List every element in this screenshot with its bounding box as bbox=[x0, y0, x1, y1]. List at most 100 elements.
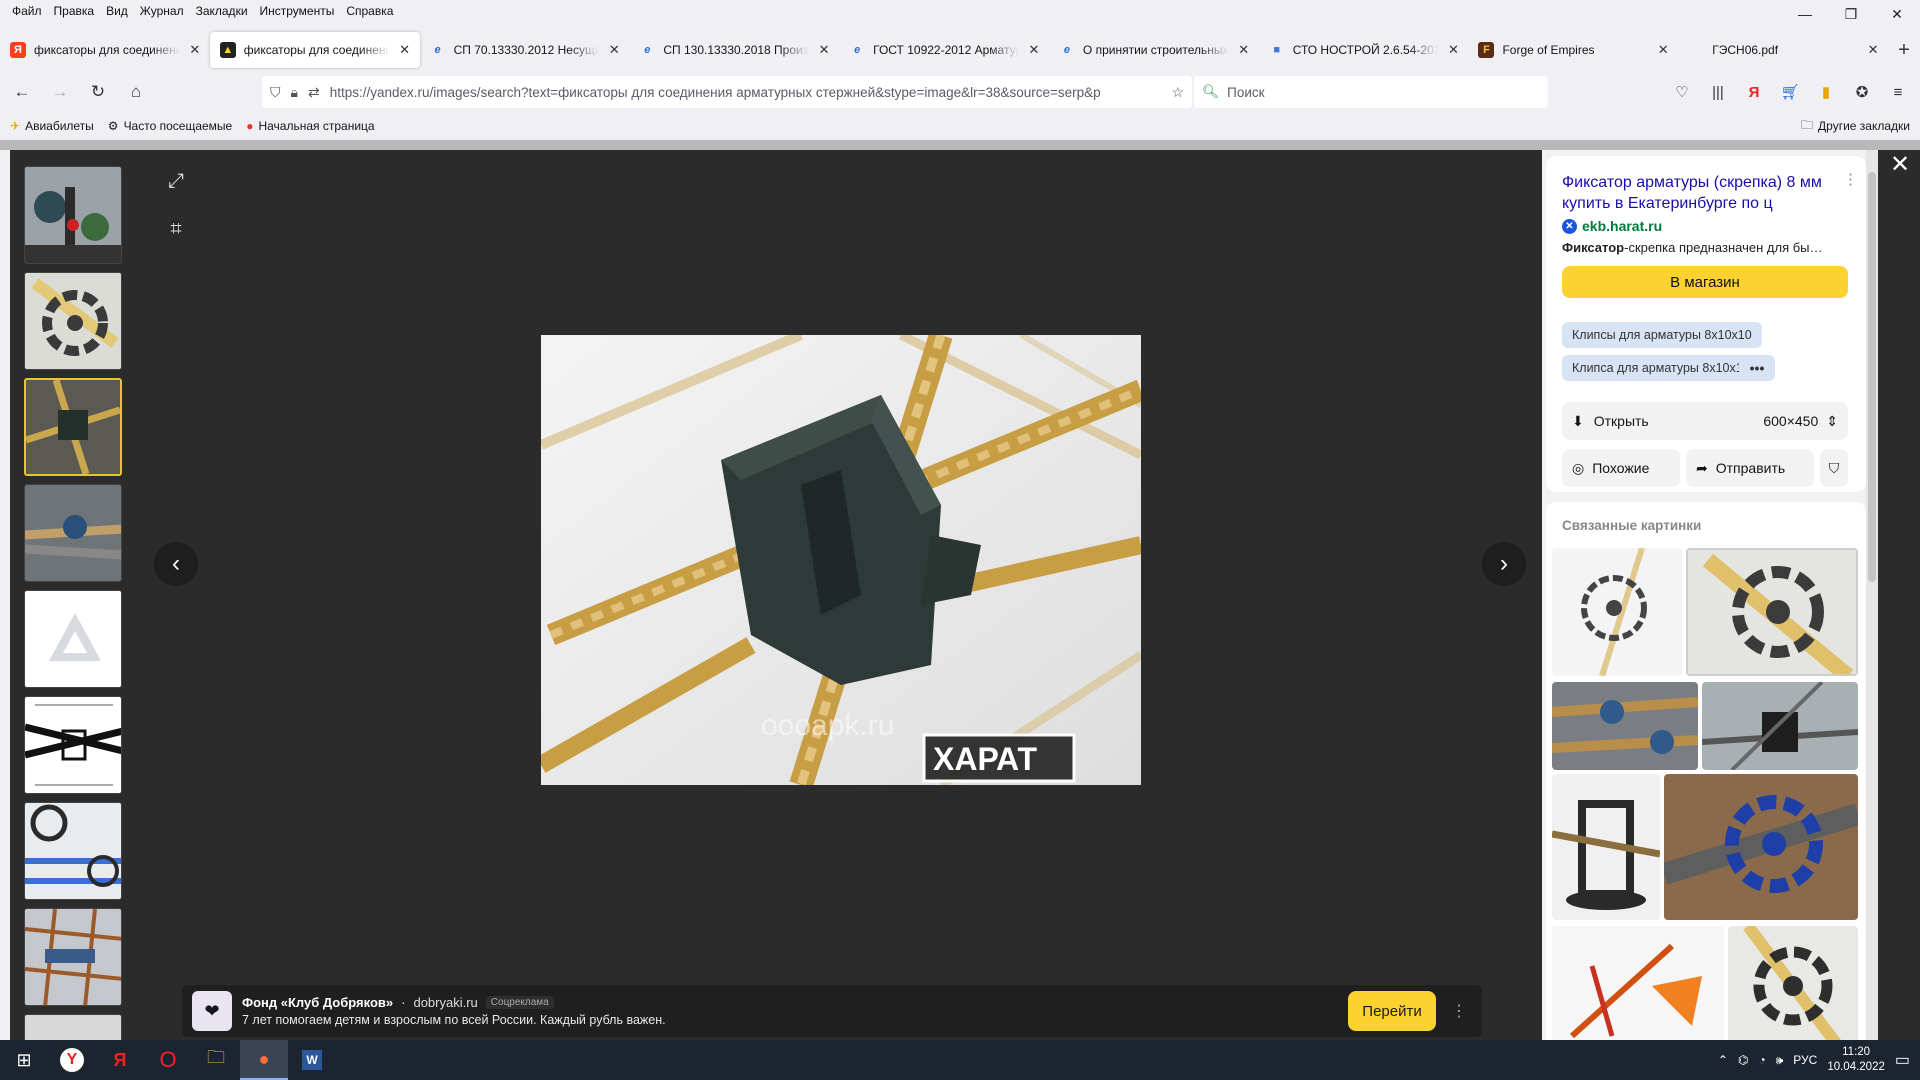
tab-close-icon[interactable]: ✕ bbox=[1656, 42, 1670, 58]
thumbnail[interactable] bbox=[24, 1014, 122, 1040]
tab-gesn-pdf[interactable]: ГЭСН06.pdf ✕ bbox=[1678, 32, 1888, 68]
network-icon[interactable]: ⌬ bbox=[1738, 1053, 1748, 1067]
notifications-icon[interactable]: ▭ bbox=[1895, 1050, 1910, 1070]
prev-image-arrow-icon[interactable]: ‹ bbox=[154, 542, 198, 586]
open-image-button[interactable]: ⬇ Открыть 600×450 ⇕ bbox=[1562, 402, 1848, 440]
related-image[interactable] bbox=[1552, 774, 1660, 920]
new-tab-plus-icon[interactable]: + bbox=[1888, 30, 1920, 70]
tray-chevron-icon[interactable]: ⌃ bbox=[1718, 1053, 1728, 1067]
tab-gost[interactable]: e ГОСТ 10922-2012 Арматурн ✕ bbox=[839, 32, 1049, 68]
lock-icon[interactable]: 🔒︎ bbox=[291, 84, 298, 101]
reload-icon[interactable]: ↻ bbox=[82, 76, 114, 108]
tab-prinyatii[interactable]: e О принятии строительных ✕ bbox=[1049, 32, 1259, 68]
send-button[interactable]: ➦ Отправить bbox=[1686, 449, 1814, 487]
related-image[interactable] bbox=[1702, 682, 1858, 770]
thumbnail[interactable] bbox=[24, 908, 122, 1006]
language-indicator[interactable]: РУС bbox=[1793, 1053, 1817, 1067]
tab-close-icon[interactable]: ✕ bbox=[188, 42, 202, 58]
size-select[interactable]: 600×450 ⇕ bbox=[1763, 413, 1838, 430]
opera-icon[interactable]: O bbox=[144, 1040, 192, 1080]
thumbnail[interactable] bbox=[24, 166, 122, 264]
menu-bookmarks[interactable]: Закладки bbox=[190, 4, 254, 18]
shop-button[interactable]: В магазин bbox=[1562, 266, 1848, 298]
crop-icon[interactable]: ⌗ bbox=[158, 211, 194, 247]
tag-chip[interactable]: Клипсы для арматуры 8х10х10 bbox=[1562, 322, 1762, 348]
source-domain[interactable]: ✕ ekb.harat.ru bbox=[1562, 218, 1662, 234]
more-chips-icon[interactable]: ••• bbox=[1739, 355, 1775, 381]
next-image-arrow-icon[interactable]: › bbox=[1482, 542, 1526, 586]
other-bookmarks[interactable]: 🗀 Другие закладки bbox=[1801, 114, 1910, 138]
thumbnail[interactable] bbox=[24, 272, 122, 370]
yandex-ext-icon[interactable]: Я bbox=[1738, 76, 1770, 108]
main-image[interactable]: oooapk.ru ХАРАТ bbox=[541, 335, 1141, 785]
card-more-icon[interactable]: ⋮ bbox=[1843, 170, 1858, 188]
tab-yandex-2[interactable]: ▲ фиксаторы для соединения ✕ bbox=[209, 32, 420, 68]
bookmark-start-page[interactable]: ● Начальная страница bbox=[246, 119, 374, 133]
close-window-icon[interactable]: ✕ bbox=[1874, 0, 1920, 28]
menu-history[interactable]: Журнал bbox=[134, 4, 190, 18]
source-title-link[interactable]: Фиксатор арматуры (скрепка) 8 мм купить … bbox=[1562, 172, 1842, 214]
clock[interactable]: 11:20 10.04.2022 bbox=[1827, 1045, 1885, 1075]
menu-help[interactable]: Справка bbox=[340, 4, 399, 18]
thumbnail-selected[interactable] bbox=[24, 378, 122, 476]
yandex-browser-icon[interactable]: Y bbox=[48, 1040, 96, 1080]
hamburger-menu-icon[interactable]: ≡ bbox=[1882, 76, 1914, 108]
menu-view[interactable]: Вид bbox=[100, 4, 134, 18]
menu-file[interactable]: Файл bbox=[6, 4, 48, 18]
fullscreen-icon[interactable]: ⤢ bbox=[158, 163, 194, 199]
yandex-icon[interactable]: Я bbox=[96, 1040, 144, 1080]
extension-icon[interactable]: ✪ bbox=[1846, 76, 1878, 108]
thumbnail[interactable] bbox=[24, 590, 122, 688]
tab-close-icon[interactable]: ✕ bbox=[1866, 42, 1880, 58]
firefox-taskbar-icon[interactable]: ● bbox=[240, 1040, 288, 1080]
pocket-icon[interactable]: ♡ bbox=[1666, 76, 1698, 108]
menu-tools[interactable]: Инструменты bbox=[254, 4, 341, 18]
scrollbar-thumb[interactable] bbox=[1868, 172, 1876, 582]
cart-icon[interactable]: 🛒︎ bbox=[1774, 76, 1806, 108]
tab-close-icon[interactable]: ✕ bbox=[398, 42, 412, 58]
search-input[interactable]: 🔍︎ Поиск bbox=[1194, 76, 1548, 108]
home-icon[interactable]: ⌂ bbox=[120, 76, 152, 108]
ad-go-button[interactable]: Перейти bbox=[1348, 991, 1436, 1031]
minimize-icon[interactable]: — bbox=[1782, 0, 1828, 28]
bookmark-star-icon[interactable]: ☆ bbox=[1171, 84, 1184, 101]
ad-more-icon[interactable]: ⋮ bbox=[1446, 991, 1472, 1031]
thumbnail[interactable] bbox=[24, 696, 122, 794]
similar-button[interactable]: ◎ Похожие bbox=[1562, 449, 1680, 487]
restore-icon[interactable]: ❐ bbox=[1828, 0, 1874, 28]
menu-edit[interactable]: Правка bbox=[48, 4, 101, 18]
volume-icon[interactable]: 🕪︎ bbox=[1776, 1053, 1784, 1068]
tab-sp70[interactable]: e СП 70.13330.2012 Несущие и ✕ bbox=[420, 32, 630, 68]
wifi-icon[interactable]: ◔ bbox=[1758, 1053, 1765, 1067]
library-icon[interactable]: ||| bbox=[1702, 76, 1734, 108]
bookmark-image-icon[interactable]: ⛉ bbox=[1820, 449, 1848, 487]
bookmark-frequent[interactable]: ⚙ Часто посещаемые bbox=[108, 119, 232, 133]
related-image[interactable] bbox=[1728, 926, 1858, 1040]
tab-close-icon[interactable]: ✕ bbox=[817, 42, 831, 58]
tab-close-icon[interactable]: ✕ bbox=[607, 42, 621, 58]
panel-scrollbar[interactable] bbox=[1866, 150, 1878, 1040]
tab-forge[interactable]: F Forge of Empires ✕ bbox=[1468, 32, 1678, 68]
bookmark-ext-icon[interactable]: ▮ bbox=[1810, 76, 1842, 108]
related-image[interactable] bbox=[1552, 926, 1724, 1040]
forward-arrow-icon[interactable]: → bbox=[44, 76, 76, 108]
close-viewer-icon[interactable]: ✕ bbox=[1886, 150, 1914, 178]
tab-close-icon[interactable]: ✕ bbox=[1027, 42, 1041, 58]
social-ad-banner[interactable]: ❤ Фонд «Клуб Добряков» · dobryaki.ru Соц… bbox=[182, 985, 1482, 1037]
permissions-icon[interactable]: ⇄ bbox=[308, 84, 320, 101]
bookmark-aviabilety[interactable]: ✈ Авиабилеты bbox=[10, 119, 94, 133]
related-image[interactable] bbox=[1552, 682, 1698, 770]
related-image[interactable] bbox=[1664, 774, 1858, 920]
windows-start-icon[interactable]: ⊞ bbox=[0, 1040, 48, 1080]
tab-close-icon[interactable]: ✕ bbox=[1237, 42, 1251, 58]
related-image[interactable] bbox=[1686, 548, 1858, 676]
related-image[interactable] bbox=[1552, 548, 1682, 676]
back-arrow-icon[interactable]: ← bbox=[6, 76, 38, 108]
file-explorer-icon[interactable]: 🗀 bbox=[192, 1040, 240, 1080]
shield-icon[interactable]: ⛉ bbox=[270, 84, 281, 101]
tab-nostroy[interactable]: ■ СТО НОСТРОЙ 2.6.54-2011 ( ✕ bbox=[1259, 32, 1469, 68]
thumbnail[interactable] bbox=[24, 484, 122, 582]
tab-close-icon[interactable]: ✕ bbox=[1446, 42, 1460, 58]
tab-yandex-1[interactable]: Я фиксаторы для соединения ✕ bbox=[0, 32, 210, 68]
address-bar[interactable]: ⛉ 🔒︎ ⇄ https://yandex.ru/images/search?t… bbox=[262, 76, 1192, 108]
